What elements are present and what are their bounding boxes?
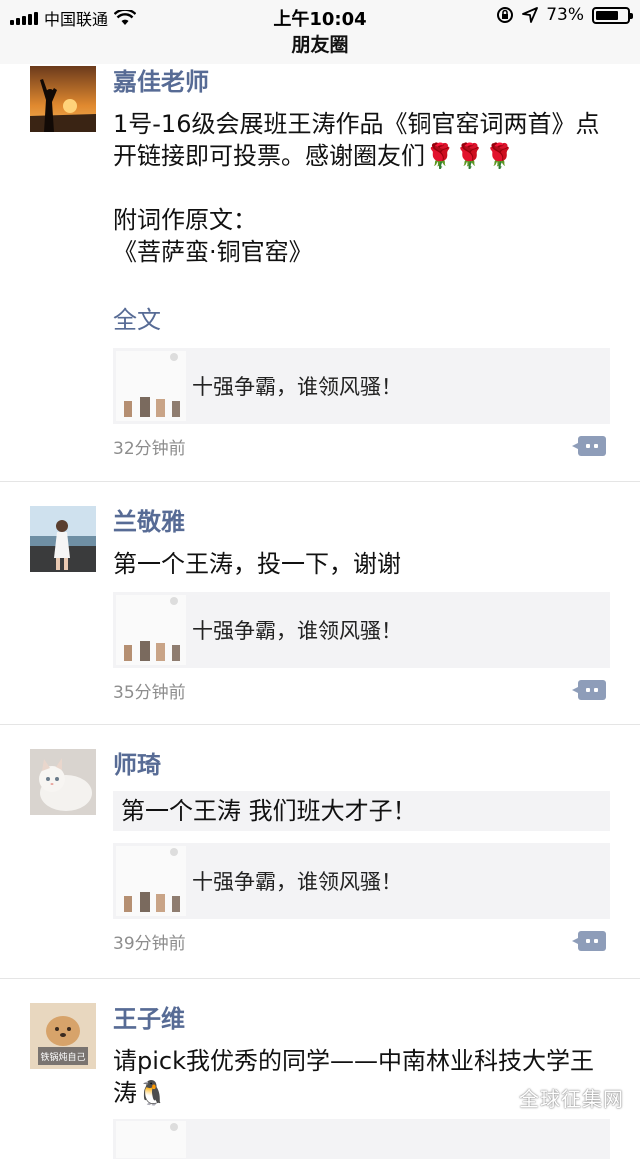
link-card[interactable] (113, 1119, 610, 1159)
post-text: 1号-16级会展班王涛作品《铜官窑词两首》点开链接即可投票。感谢圈友们🌹🌹🌹 附… (113, 110, 600, 266)
page-title: 朋友圈 (291, 34, 349, 56)
watermark: 全球征集网 (519, 1087, 624, 1111)
avatar[interactable] (30, 66, 96, 132)
rotation-lock-icon (497, 7, 514, 23)
author-name[interactable]: 师琦 (113, 725, 610, 781)
avatar[interactable] (30, 506, 96, 572)
post-time: 39分钟前 (113, 934, 186, 954)
moment-post: 兰敬雅 第一个王涛，投一下，谢谢 十强争霸，谁领风骚！ 35分钟前 (0, 482, 640, 725)
avatar[interactable] (30, 749, 96, 815)
link-thumbnail (116, 351, 186, 421)
battery-percent: 73% (546, 5, 584, 25)
author-name[interactable]: 王子维 (113, 979, 610, 1035)
post-time: 32分钟前 (113, 439, 186, 459)
status-bar: 中国联通 上午10:04 73% (0, 0, 640, 30)
location-arrow-icon (522, 7, 539, 23)
link-thumbnail (116, 846, 186, 916)
avatar-caption: 铁锅炖自己 (40, 1051, 85, 1063)
post-text: 第一个王涛，投一下，谢谢 (113, 550, 401, 578)
comment-menu-icon[interactable] (572, 436, 606, 456)
link-title: 十强争霸，谁领风骚！ (192, 375, 402, 399)
moment-post: 铁锅炖自己 王子维 请pick我优秀的同学——中南林业科技大学王涛🐧 (0, 979, 640, 1159)
link-title: 十强争霸，谁领风骚！ (192, 619, 402, 643)
link-card[interactable]: 十强争霸，谁领风骚！ (113, 843, 610, 919)
battery-icon (592, 6, 633, 24)
comment-menu-icon[interactable] (572, 680, 606, 700)
moment-post: 师琦 第一个王涛 我们班大才子！ 十强争霸，谁领风骚！ 39分钟前 (0, 725, 640, 979)
full-text-link[interactable]: 全文 (113, 304, 610, 336)
avatar[interactable]: 铁锅炖自己 (30, 1003, 96, 1069)
link-thumbnail (116, 595, 186, 665)
author-name[interactable]: 兰敬雅 (113, 482, 610, 538)
link-title: 十强争霸，谁领风骚！ (192, 870, 402, 894)
link-card[interactable]: 十强争霸，谁领风骚！ (113, 592, 610, 668)
link-thumbnail (116, 1120, 186, 1158)
moments-feed: 嘉佳老师 1号-16级会展班王涛作品《铜官窑词两首》点开链接即可投票。感谢圈友们… (0, 64, 640, 1159)
moment-post: 嘉佳老师 1号-16级会展班王涛作品《铜官窑词两首》点开链接即可投票。感谢圈友们… (0, 64, 640, 482)
post-time: 35分钟前 (113, 683, 186, 703)
author-name[interactable]: 嘉佳老师 (113, 64, 610, 98)
comment-menu-icon[interactable] (572, 931, 606, 951)
link-card[interactable]: 十强争霸，谁领风骚！ (113, 348, 610, 424)
forwarded-comment: 第一个王涛 我们班大才子！ (113, 791, 610, 831)
top-bar: 中国联通 上午10:04 73% 朋友圈 (0, 0, 640, 64)
